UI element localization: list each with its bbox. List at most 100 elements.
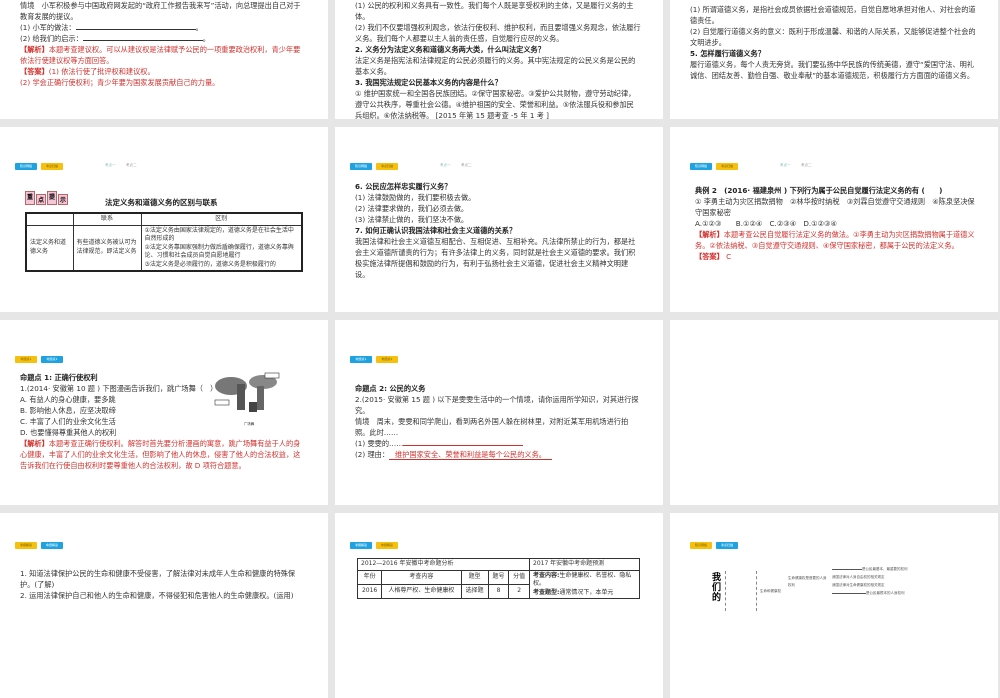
- question-heading: 7. 如何正确认识我国法律和社会主义道德的关系？: [355, 226, 517, 235]
- dancing-crowd-illustration: [214, 372, 280, 412]
- mindmap-root: 我们的: [712, 573, 722, 603]
- cartoon-caption: 广场舞: [243, 422, 255, 426]
- slide-11[interactable]: 考纲解读 命题解读 2012—2016 年安徽中考命题分析 2017 年安徽中考命…: [335, 513, 663, 698]
- prediction-cell: 考查内容:生命健康权、名誉权、隐私权。 考查题型:通常情况下，本单元: [529, 569, 640, 599]
- cell-score: 2: [508, 583, 530, 600]
- analysis-text: 本题考查建议权。可以从建议权是法律赋予公民的一项重要政治权利，青少年要依法行使建…: [20, 45, 301, 65]
- tag-knowledge-network[interactable]: 知识网络: [350, 163, 372, 170]
- question-heading: 2. 义务分为法定义务和道德义务两大类，什么叫法定义务？: [355, 45, 545, 54]
- badge-char: 点: [36, 194, 47, 205]
- slide-9[interactable]: [670, 320, 998, 505]
- topic-title: 命题点 2: 公民的义务: [355, 384, 426, 393]
- difference-3: ③法定义务是必须履行的，道德义务是积极履行的: [144, 260, 276, 268]
- text: (1) 法律鼓励做的，我们要积极去做。: [355, 193, 476, 202]
- text: (2) 法律要求做的，我们必须去做。: [355, 204, 469, 213]
- analysis-label: 【解析】: [695, 230, 724, 239]
- analysis-text: 本题考查公民自觉履行法定义务的做法。①李勇主动为灾区捐款捐物属于道德义务。②依法…: [695, 230, 975, 250]
- difference-1: ①法定义务由国家法律规定的，道德义务是在社会生活中自然形成的: [144, 226, 294, 243]
- cell-number: 8: [487, 583, 510, 600]
- tag-syllabus[interactable]: 考纲解读: [350, 542, 372, 549]
- analysis-header: 2012—2016 年安徽中考命题分析: [357, 558, 530, 571]
- period: 。: [195, 23, 203, 32]
- label: 考查题型:: [533, 588, 560, 596]
- answer-text: C: [726, 252, 732, 261]
- tab-point-2[interactable]: 考点二: [801, 163, 812, 168]
- tag-exam-scan[interactable]: 考点扫描: [376, 163, 398, 170]
- tag-topic-1[interactable]: 命题点1: [350, 356, 372, 363]
- branch-3: 我国法律对生命健康权的相关规定: [832, 583, 885, 587]
- slide-4[interactable]: 知识网络 考点扫描 考点一 考点二 重 点 提 示 法定义务和道德义务的区别与联…: [0, 127, 328, 312]
- question-2: (2) 给我们的启示：: [20, 34, 83, 43]
- exam-analysis-table: 2012—2016 年安徽中考命题分析 2017 年安徽中考命题预测 年份 考查内…: [356, 558, 640, 600]
- slide-7[interactable]: 命题点1 命题点2 命题点 1: 正确行使权利 1.(2014· 安徽第 10 …: [0, 320, 328, 505]
- answer-2: (2) 学会正确行使权利；青少年要为国家发展贡献自己的力量。: [20, 78, 220, 87]
- tag-topic-2[interactable]: 命题点2: [376, 356, 398, 363]
- tag-topic-1[interactable]: 命题点1: [15, 356, 37, 363]
- analysis-label: 【解析】: [20, 439, 49, 448]
- slide-12[interactable]: 知识网络 考点扫描 我们的 生命和健康权 生命健康权是首要的人身权利 是公民最基…: [670, 513, 998, 698]
- mindmap-branches: 是公民最基本、最重要的权利 我国法律对人身自由权的相关规定 我国法律对生命健康权…: [832, 565, 908, 597]
- question: 2.(2015· 安徽第 15 题 ) 以下是雯雯生活中的一个情境，请你运用所学…: [355, 395, 639, 415]
- text: (2) 我们不仅要增强权利观念，依法行使权利、维护权利，而且要增强义务观念，依法…: [355, 23, 641, 43]
- text: (2) 自觉履行道德义务的意义：既利于形成温馨、和谐的人际关系，又能够促进整个社…: [690, 27, 976, 47]
- question-heading: 3. 我国宪法规定公民基本义务的内容是什么？: [355, 78, 502, 87]
- tab-point-1[interactable]: 考点一: [440, 163, 451, 168]
- answer-label: 【答案】: [695, 252, 724, 261]
- choices: A.①②③ B.①②④ C.②③④ D.①②③④: [695, 219, 837, 228]
- tab-point-1[interactable]: 考点一: [780, 163, 791, 168]
- tab-point-2[interactable]: 考点二: [126, 163, 137, 168]
- slide-3[interactable]: (1) 所谓道德义务，是指社会成员依据社会道德规范，自觉自愿地承担对他人、对社会…: [670, 0, 998, 119]
- col-number: 题号: [487, 569, 510, 585]
- tag-knowledge-network[interactable]: 知识网络: [15, 163, 37, 170]
- tab-point-2[interactable]: 考点二: [461, 163, 472, 168]
- badge-char: 提: [47, 191, 58, 205]
- cell-year: 2016: [356, 583, 383, 600]
- tag-topic-analysis[interactable]: 命题解读: [41, 542, 63, 549]
- branch-2: 我国法律对人身自由权的相关规定: [832, 575, 885, 579]
- cartoon-image: 广场舞: [213, 372, 285, 426]
- question-1: (1) 小军的做法：: [20, 23, 76, 32]
- analysis-label: 【解析】: [20, 45, 49, 54]
- difference-cell: ①法定义务由国家法律规定的，道德义务是在社会生活中自然形成的 ②法定义务靠国家强制…: [140, 224, 303, 272]
- slide-8[interactable]: 命题点1 命题点2 命题点 2: 公民的义务 2.(2015· 安徽第 15 题…: [335, 320, 663, 505]
- option-d: D. 也要懂得尊重其他人的权利: [20, 428, 117, 437]
- slide-2[interactable]: (1) 公民的权利和义务具有一致性。我们每个人既是享受权利的主体，又是履行义务的…: [335, 0, 663, 119]
- mindmap-bracket: [725, 571, 728, 611]
- question: 1.(2014· 安徽第 10 题 ) 下图漫画告诉我们，跳广场舞（ ）: [20, 384, 218, 393]
- badge-char: 示: [58, 194, 69, 205]
- slide-1[interactable]: 情境 小军积极参与中国政府网发起的“政府工作报告我来写”活动，向总理提出自己对于…: [0, 0, 328, 119]
- question-heading: 5. 怎样履行道德义务？: [690, 49, 765, 58]
- tag-knowledge-network[interactable]: 知识网络: [690, 542, 712, 549]
- mindmap-node: 生命健康权是首要的人身权利: [788, 576, 827, 587]
- answer-text: 履行道德义务，每个人责无旁贷。我们要弘扬中华民族的传统美德，遵守“爱国守法、明礼…: [690, 60, 975, 80]
- tag-knowledge-network[interactable]: 知识网络: [690, 163, 712, 170]
- tag-syllabus[interactable]: 考纲解读: [15, 542, 37, 549]
- tag-exam-scan[interactable]: 考点扫描: [716, 542, 738, 549]
- objective-2: 2. 运用法律保护自己和他人的生命和健康，不得侵犯和危害他人的生命健康权。(运用…: [20, 591, 294, 600]
- cell-type: 选择题: [460, 583, 489, 600]
- answer-2: 维护国家安全、荣誉和利益是每个公民的义务。: [389, 450, 552, 460]
- badge-char: 重: [25, 191, 36, 205]
- tag-exam-scan[interactable]: 考点扫描: [716, 163, 738, 170]
- tag-topic-analysis[interactable]: 命题解读: [376, 542, 398, 549]
- slide-10[interactable]: 考纲解读 命题解读 1. 知道法律保护公民的生命和健康不受侵害，了解法律对未成年…: [0, 513, 328, 698]
- question-2: (2) 理由：: [355, 450, 390, 459]
- col-type: 题型: [460, 569, 489, 585]
- slide-5[interactable]: 知识网络 考点扫描 考点一 考点二 6. 公民应怎样忠实履行义务？ (1) 法律…: [335, 127, 663, 312]
- mindmap-node: 生命和健康权: [760, 589, 781, 593]
- answer-text: 我国法律和社会主义道德互相配合、互相促进、互相补充。凡法律所禁止的行为，都是社会…: [355, 237, 636, 279]
- objective-1: 1. 知道法律保护公民的生命和健康不受侵害，了解法律对未成年人生命和健康的特殊保…: [20, 569, 296, 589]
- tab-point-1[interactable]: 考点一: [105, 163, 116, 168]
- situation-text: 情境 周末，雯雯和同学爬山，看到两名外国人躲在树林里，对附近某军用机场进行拍照。…: [355, 417, 629, 437]
- col-year: 年份: [356, 569, 383, 585]
- header-difference: 区别: [140, 212, 303, 226]
- tag-topic-2[interactable]: 命题点2: [41, 356, 63, 363]
- text: (1) 公民的权利和义务具有一致性。我们每个人既是享受权利的主体，又是履行义务的…: [355, 1, 634, 21]
- prediction-header: 2017 年安徽中考命题预测: [529, 558, 640, 571]
- tag-exam-scan[interactable]: 考点扫描: [41, 163, 63, 170]
- answer-text: ① 维护国家统一和全国各民族团结。②保守国家秘密。③爱护公共财物，遵守劳动纪律，…: [355, 89, 636, 119]
- question-1: (1) 雯雯的……: [355, 439, 404, 448]
- mindmap-bracket: [756, 571, 759, 611]
- slide-6[interactable]: 知识网络 考点扫描 考点一 考点二 典例 2 (2016· 福建泉州 ) 下列行…: [670, 127, 998, 312]
- col-content: 考查内容: [381, 569, 462, 585]
